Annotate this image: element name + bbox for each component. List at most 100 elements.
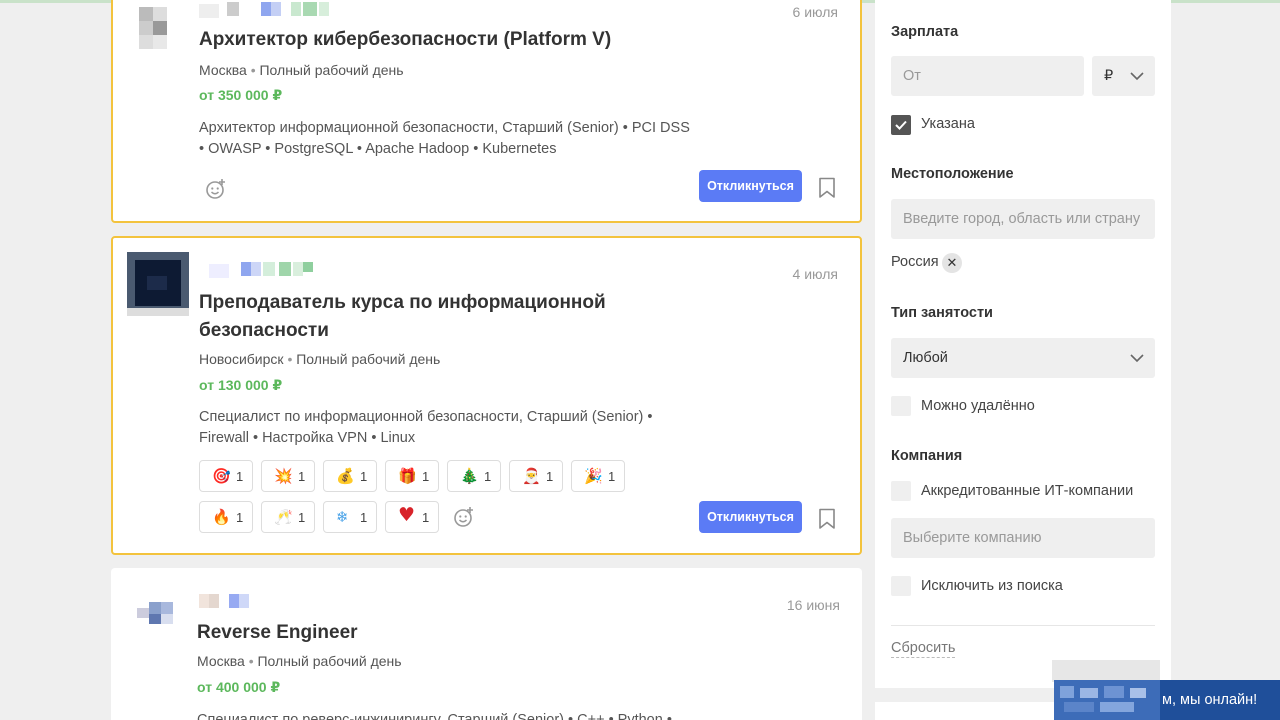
location-tag-label: Россия: [891, 254, 939, 270]
reaction-gift[interactable]: 🎁 1: [385, 460, 439, 492]
location-heading: Местоположение: [891, 166, 1014, 182]
company-name-blurred[interactable]: [209, 262, 319, 278]
reaction-emoji: 💥: [274, 467, 293, 485]
company-name-blurred[interactable]: [199, 594, 259, 610]
add-reaction-icon[interactable]: [453, 506, 475, 528]
reaction-emoji: 🎁: [398, 467, 417, 485]
company-logo: [137, 602, 181, 626]
reaction-heart[interactable]: ♥ 1: [385, 501, 439, 533]
salary-heading: Зарплата: [891, 24, 959, 40]
reaction-emoji: 🥂: [274, 508, 293, 526]
job-title-line: Преподаватель курса по информационной: [199, 292, 606, 313]
remove-location-icon[interactable]: ✕: [942, 253, 962, 273]
skills-line: Специалист по реверс-инжинирингу, Старши…: [197, 712, 672, 720]
meta-separator: •: [250, 62, 256, 78]
apply-button[interactable]: Откликнуться: [699, 501, 802, 533]
reaction-count: 1: [422, 510, 430, 525]
skills-line: Архитектор информационной безопасности, …: [199, 120, 690, 136]
currency-select[interactable]: ₽: [1092, 56, 1155, 96]
chat-online-text[interactable]: м, мы онлайн!: [1162, 692, 1257, 708]
employment-select[interactable]: Любой: [891, 338, 1155, 378]
add-reaction-icon[interactable]: [205, 178, 227, 200]
bookmark-icon[interactable]: [818, 177, 836, 199]
remote-checkbox[interactable]: [891, 396, 911, 416]
job-meta: Новосибирск • Полный рабочий день: [199, 351, 440, 367]
reaction-count: 1: [360, 510, 368, 525]
reaction-party[interactable]: 🎉 1: [571, 460, 625, 492]
job-location: Москва: [197, 653, 245, 669]
bookmark-icon[interactable]: [818, 508, 836, 530]
publish-date: 16 июня: [786, 597, 840, 613]
company-heading: Компания: [891, 448, 963, 464]
reaction-emoji: 🎯: [212, 467, 231, 485]
location-tag: Россия: [891, 254, 939, 270]
chevron-down-icon: [1130, 354, 1144, 363]
job-skills: Архитектор информационной безопасности, …: [199, 118, 759, 160]
chat-avatar-blurred: [1052, 660, 1160, 682]
filters-sidebar: Зарплата От ₽ Указана Местоположение Вве…: [875, 0, 1171, 688]
job-salary: от 350 000 ₽: [199, 87, 283, 103]
reaction-count: 1: [360, 469, 368, 484]
job-card[interactable]: 6 июля Архитектор кибербезопасности (Pla…: [111, 0, 862, 223]
skills-line: Специалист по информационной безопасност…: [199, 409, 653, 425]
reaction-tree[interactable]: 🎄 1: [447, 460, 501, 492]
reaction-emoji: 💰: [336, 467, 355, 485]
company-logo: [127, 252, 189, 316]
reaction-target[interactable]: 🎯 1: [199, 460, 253, 492]
reaction-count: 1: [236, 469, 244, 484]
reset-link[interactable]: Сбросить: [891, 640, 956, 658]
job-title-link[interactable]: Преподаватель курса по информационной бе…: [199, 289, 606, 345]
job-salary: от 400 000 ₽: [197, 679, 281, 695]
skills-line: Firewall • Настройка VPN • Linux: [199, 430, 416, 446]
online-chat-widget[interactable]: м, мы онлайн!: [1054, 680, 1280, 720]
accredited-checkbox[interactable]: [891, 481, 911, 501]
reaction-boom[interactable]: 💥 1: [261, 460, 315, 492]
company-logo: [137, 5, 181, 49]
reaction-cheers[interactable]: 🥂 1: [261, 501, 315, 533]
reaction-count: 1: [484, 469, 492, 484]
job-title-link[interactable]: Reverse Engineer: [197, 619, 358, 647]
salary-from-input[interactable]: От: [891, 56, 1084, 96]
remote-label[interactable]: Можно удалённо: [921, 398, 1035, 414]
employment-value: Любой: [903, 350, 948, 366]
job-employment: Полный рабочий день: [259, 62, 404, 78]
chat-blurred-region: [1054, 680, 1160, 720]
job-location: Новосибирск: [199, 351, 284, 367]
employment-heading: Тип занятости: [891, 305, 993, 321]
publish-date: 4 июля: [792, 266, 838, 282]
reaction-emoji: 🔥: [212, 508, 231, 526]
reaction-emoji: 🎅: [522, 467, 541, 485]
job-skills: Специалист по информационной безопасност…: [199, 407, 759, 449]
chevron-down-icon: [1130, 72, 1144, 81]
salary-specified-checkbox[interactable]: [891, 115, 911, 135]
salary-specified-label[interactable]: Указана: [921, 116, 975, 132]
divider: [891, 625, 1155, 626]
reaction-count: 1: [608, 469, 616, 484]
apply-button[interactable]: Откликнуться: [699, 170, 802, 202]
job-location: Москва: [199, 62, 247, 78]
company-name-blurred[interactable]: [199, 2, 339, 18]
reaction-money[interactable]: 💰 1: [323, 460, 377, 492]
reaction-count: 1: [236, 510, 244, 525]
reaction-emoji: 🎄: [460, 467, 479, 485]
meta-separator: •: [248, 653, 254, 669]
publish-date: 6 июля: [792, 4, 838, 20]
reaction-snowflake[interactable]: ❄ 1: [323, 501, 377, 533]
exclude-label[interactable]: Исключить из поиска: [921, 578, 1063, 594]
job-skills: Специалист по реверс-инжинирингу, Старши…: [197, 710, 757, 720]
location-input[interactable]: Введите город, область или страну: [891, 199, 1155, 239]
reaction-count: 1: [298, 469, 306, 484]
job-title-link[interactable]: Архитектор кибербезопасности (Platform V…: [199, 26, 611, 54]
accredited-label[interactable]: Аккредитованные ИТ-компании: [921, 483, 1133, 499]
reaction-santa[interactable]: 🎅 1: [509, 460, 563, 492]
reaction-fire[interactable]: 🔥 1: [199, 501, 253, 533]
reaction-count: 1: [546, 469, 554, 484]
exclude-checkbox[interactable]: [891, 576, 911, 596]
skills-line: • OWASP • PostgreSQL • Apache Hadoop • K…: [199, 141, 557, 157]
reaction-emoji: 🎉: [584, 467, 603, 485]
job-card[interactable]: 4 июля Преподаватель курса по информацио…: [111, 236, 862, 555]
company-input[interactable]: Выберите компанию: [891, 518, 1155, 558]
reaction-emoji: ♥: [398, 504, 416, 526]
job-employment: Полный рабочий день: [296, 351, 441, 367]
job-card[interactable]: 16 июня Reverse Engineer Москва • Полный…: [111, 568, 862, 720]
